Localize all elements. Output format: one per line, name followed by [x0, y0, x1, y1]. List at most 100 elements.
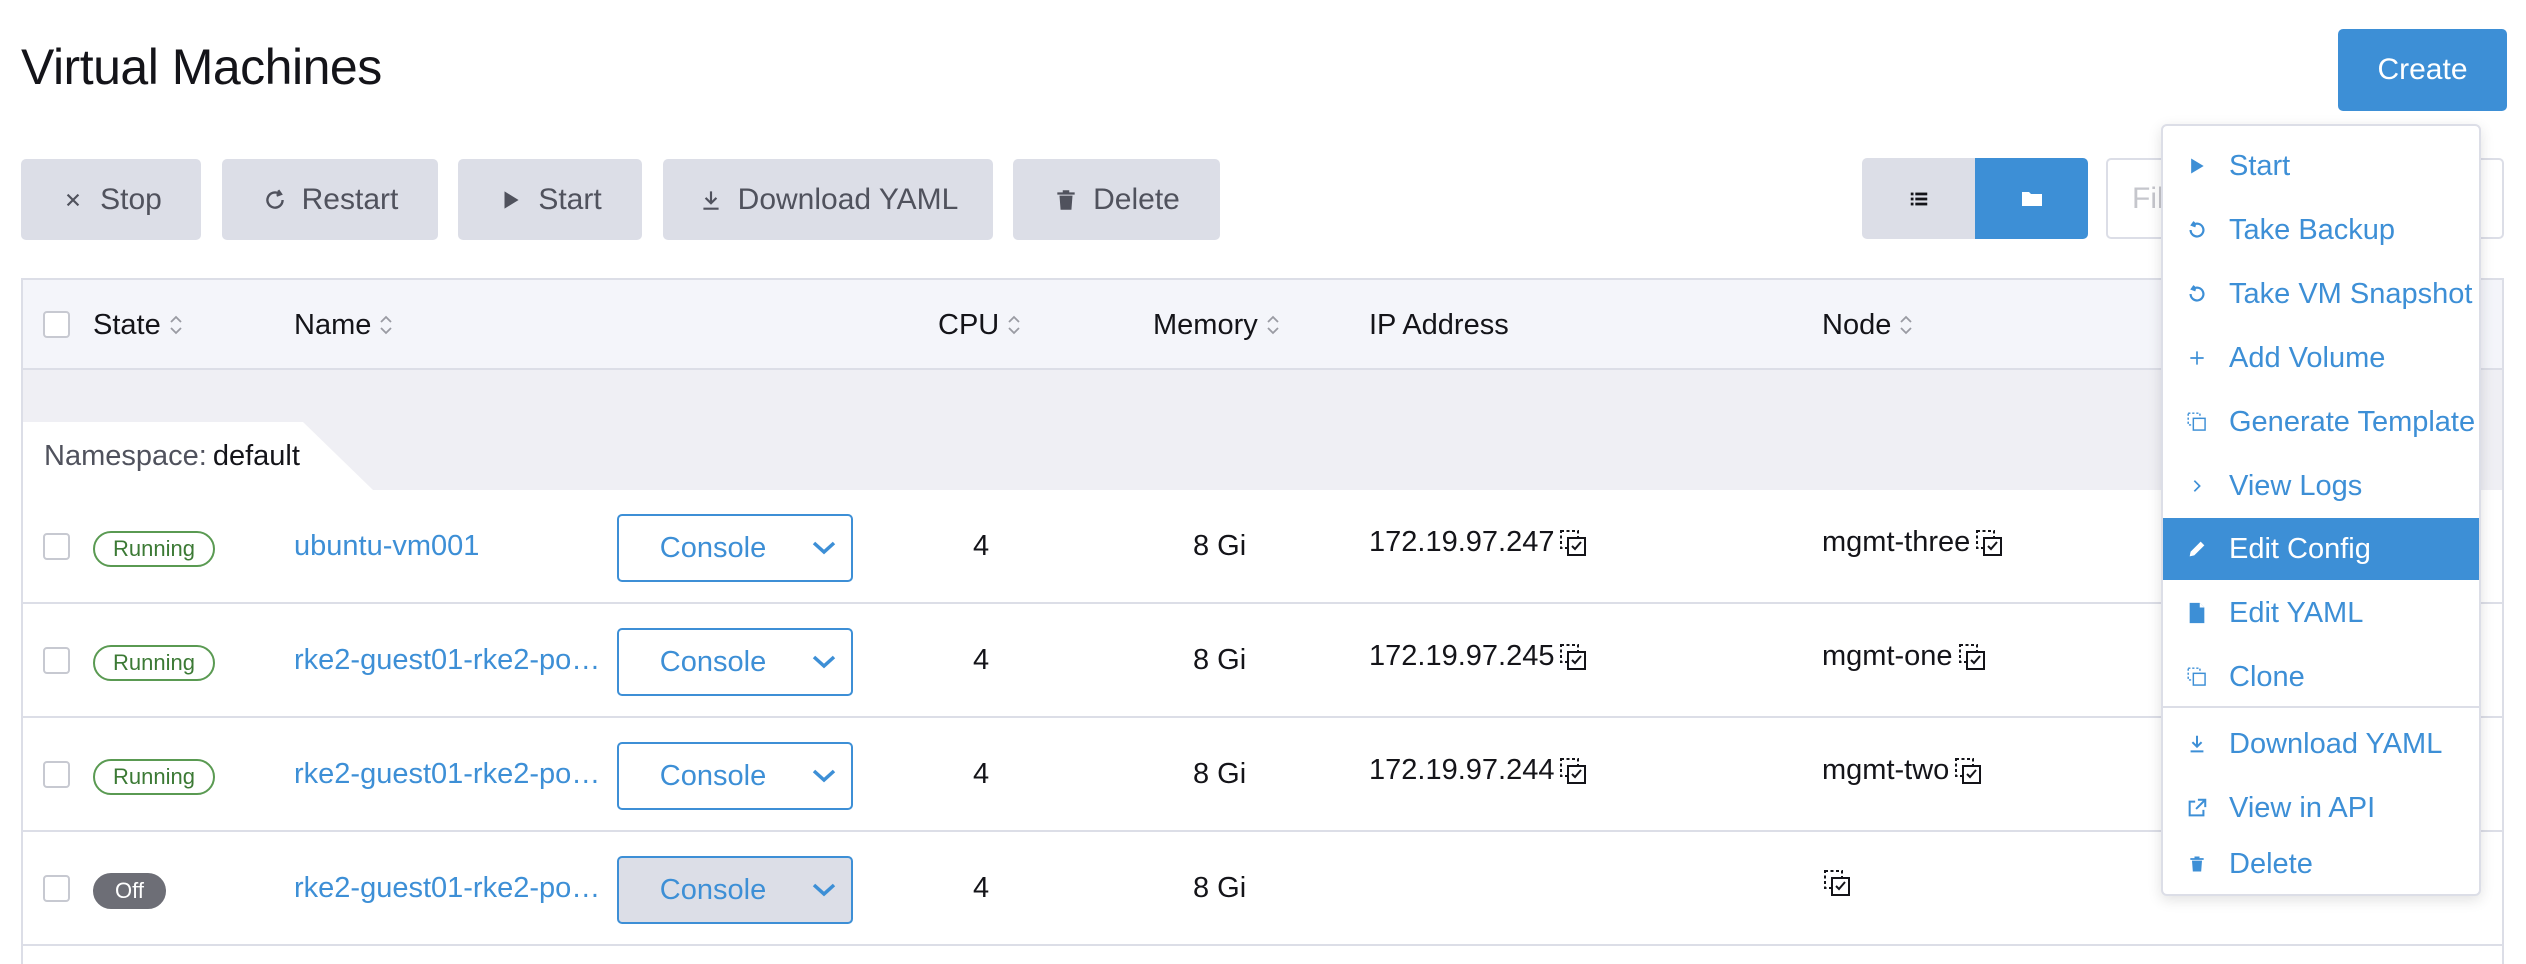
- chevron-down-icon[interactable]: [797, 630, 851, 694]
- menu-item-label: Edit Config: [2229, 532, 2371, 565]
- console-label: Console: [659, 759, 767, 792]
- page-title: Virtual Machines: [21, 39, 382, 95]
- copy-icon[interactable]: [1822, 868, 1852, 898]
- menu-item-add-volume[interactable]: Add Volume: [2163, 327, 2479, 389]
- console-dropdown[interactable]: Console: [617, 628, 853, 696]
- copy-icon[interactable]: [1974, 528, 2004, 558]
- table-row: Off rke2-guest01-rke2-pool1-8fd2a7a8-xz7…: [23, 832, 2502, 946]
- row-checkbox[interactable]: [43, 533, 70, 560]
- copy-icon[interactable]: [1957, 642, 1987, 672]
- copy-icon[interactable]: [1558, 756, 1588, 786]
- delete-button[interactable]: Delete: [1013, 159, 1220, 240]
- memory-cell: 8 Gi: [1193, 530, 1247, 562]
- create-button[interactable]: Create: [2338, 29, 2507, 111]
- menu-item-label: Delete: [2229, 847, 2313, 880]
- copy-icon[interactable]: [1558, 528, 1588, 558]
- menu-item-edit-config[interactable]: Edit Config: [2163, 518, 2479, 580]
- ip-cell: 172.19.97.245: [1369, 640, 1588, 673]
- memory-cell: 8 Gi: [1193, 644, 1247, 676]
- header-state[interactable]: State: [93, 280, 185, 370]
- node-value: mgmt-two: [1822, 754, 1950, 786]
- header-cpu[interactable]: CPU: [938, 280, 1023, 370]
- restart-button[interactable]: Restart: [222, 159, 438, 240]
- row-checkbox[interactable]: [43, 761, 70, 788]
- console-dropdown[interactable]: Console: [617, 514, 853, 582]
- status-badge: Running: [93, 531, 215, 567]
- menu-item-view-logs[interactable]: View Logs: [2163, 455, 2479, 517]
- sort-icon: [167, 312, 185, 338]
- menu-item-label: Start: [2229, 149, 2291, 182]
- file-icon: [2185, 601, 2209, 625]
- table-header: State Name CPU Memory IP Address Node: [23, 280, 2502, 370]
- copy-icon[interactable]: [1558, 642, 1588, 672]
- folder-icon: [2020, 187, 2044, 211]
- vm-name-link[interactable]: rke2-guest01-rke2-pool1-8fd2a7a8-9k2pq: [294, 758, 612, 791]
- menu-item-label: Download YAML: [2229, 727, 2443, 760]
- table-row: Running rke2-guest01-rke2-pool1-8fd2a7a8…: [23, 718, 2502, 832]
- node-cell: mgmt-two: [1822, 754, 1983, 787]
- menu-item-label: Add Volume: [2229, 341, 2386, 374]
- table-row: Running rke2-guest01-rke2-pool1-8fd2a7a8…: [23, 604, 2502, 718]
- flat-list-toggle[interactable]: [1862, 158, 1975, 239]
- download-yaml-label: Download YAML: [737, 182, 959, 216]
- list-icon: [1908, 188, 1930, 210]
- node-value: mgmt-one: [1822, 640, 1953, 672]
- download-yaml-button[interactable]: Download YAML: [663, 159, 993, 240]
- row-checkbox[interactable]: [43, 875, 70, 902]
- console-dropdown[interactable]: Console: [617, 856, 853, 924]
- status-badge: Off: [93, 873, 166, 909]
- sort-icon: [377, 312, 395, 338]
- table-row: Running ubuntu-vm001 Console 4 8 Gi 172.…: [23, 490, 2502, 604]
- menu-item-edit-yaml[interactable]: Edit YAML: [2163, 582, 2479, 644]
- header-name[interactable]: Name: [294, 280, 395, 370]
- status-badge: Running: [93, 645, 215, 681]
- start-button[interactable]: Start: [458, 159, 642, 240]
- stop-button[interactable]: Stop: [21, 159, 201, 240]
- download-icon: [698, 187, 724, 213]
- header-memory[interactable]: Memory: [1153, 280, 1282, 370]
- copy-icon[interactable]: [1953, 756, 1983, 786]
- menu-item-generate-template[interactable]: Generate Template: [2163, 391, 2479, 453]
- row-checkbox[interactable]: [43, 647, 70, 674]
- menu-item-take-backup[interactable]: Take Backup: [2163, 199, 2479, 261]
- chevron-down-icon[interactable]: [797, 858, 851, 922]
- menu-item-label: Take VM Snapshot: [2229, 277, 2473, 310]
- clone-icon: [2185, 665, 2209, 689]
- close-icon: [60, 187, 86, 213]
- group-by-namespace-toggle[interactable]: [1975, 158, 2088, 239]
- menu-item-take-vm-snapshot[interactable]: Take VM Snapshot: [2163, 263, 2479, 325]
- restart-label: Restart: [301, 182, 399, 216]
- memory-cell: 8 Gi: [1193, 758, 1247, 790]
- menu-item-delete[interactable]: Delete: [2163, 833, 2479, 895]
- menu-item-clone[interactable]: Clone: [2163, 646, 2479, 708]
- menu-item-label: Take Backup: [2229, 213, 2396, 246]
- header-node-label: Node: [1822, 308, 1892, 341]
- menu-item-view-in-api[interactable]: View in API: [2163, 777, 2479, 839]
- ip-value: 172.19.97.247: [1369, 526, 1555, 558]
- vm-name-link[interactable]: rke2-guest01-rke2-pool1-8fd2a7a8-8m4gv: [294, 644, 612, 677]
- menu-item-start[interactable]: Start: [2163, 135, 2479, 197]
- console-label: Console: [659, 531, 767, 564]
- header-ip-address: IP Address: [1369, 280, 1509, 370]
- start-label: Start: [538, 182, 602, 216]
- console-dropdown[interactable]: Console: [617, 742, 853, 810]
- cpu-cell: 4: [973, 758, 990, 790]
- chevron-down-icon[interactable]: [797, 744, 851, 808]
- download-icon: [2185, 732, 2209, 756]
- delete-label: Delete: [1093, 182, 1180, 216]
- vm-name-link[interactable]: rke2-guest01-rke2-pool1-8fd2a7a8-xz7rt: [294, 872, 612, 905]
- menu-divider: [2163, 706, 2479, 708]
- header-node[interactable]: Node: [1822, 280, 1915, 370]
- menu-item-label: View in API: [2229, 791, 2376, 824]
- menu-item-download-yaml[interactable]: Download YAML: [2163, 713, 2479, 775]
- ip-cell: 172.19.97.244: [1369, 754, 1588, 787]
- pencil-icon: [2185, 537, 2209, 561]
- trash-icon: [1053, 187, 1079, 213]
- chevron-down-icon[interactable]: [797, 516, 851, 580]
- vm-name-link[interactable]: ubuntu-vm001: [294, 530, 479, 563]
- backup-icon: [2185, 218, 2209, 242]
- play-icon: [498, 187, 524, 213]
- menu-item-label: Edit YAML: [2229, 596, 2364, 629]
- select-all-checkbox[interactable]: [43, 311, 70, 338]
- trash-icon: [2185, 852, 2209, 876]
